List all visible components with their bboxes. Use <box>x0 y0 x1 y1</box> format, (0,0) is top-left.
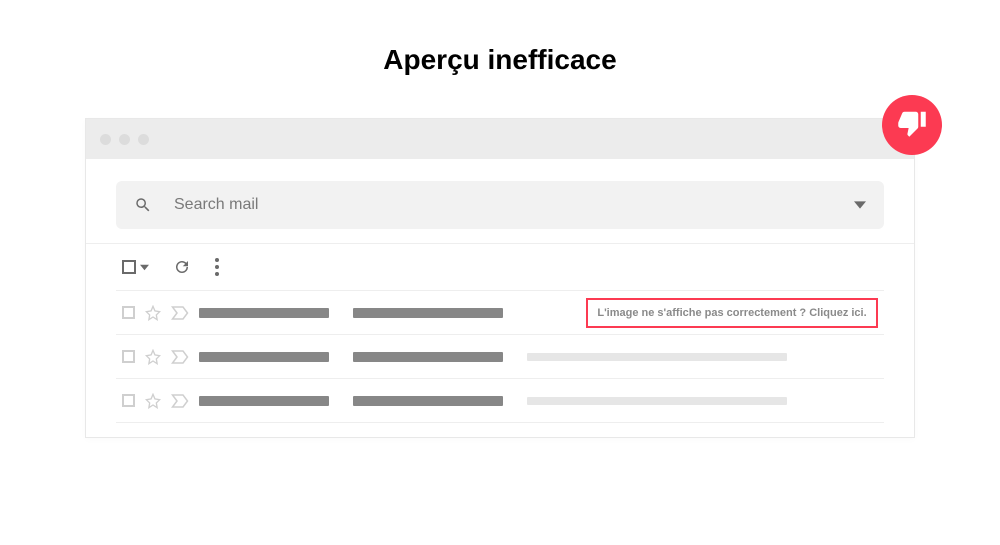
star-icon[interactable] <box>145 349 161 365</box>
important-label-icon[interactable] <box>171 305 189 321</box>
chevron-down-icon <box>140 263 149 272</box>
browser-titlebar <box>86 119 914 159</box>
thumbs-down-badge <box>882 95 942 155</box>
refresh-button[interactable] <box>173 258 191 276</box>
window-close-dot[interactable] <box>100 134 111 145</box>
row-checkbox[interactable] <box>122 306 135 319</box>
star-icon[interactable] <box>145 305 161 321</box>
preview-text: L'image ne s'affiche pas correctement ? … <box>597 307 866 319</box>
mail-app-content: Search mail <box>86 159 914 437</box>
subject-placeholder <box>353 396 503 406</box>
subject-placeholder <box>353 308 503 318</box>
sender-placeholder <box>199 352 329 362</box>
window-minimize-dot[interactable] <box>119 134 130 145</box>
mail-row[interactable] <box>116 379 884 423</box>
mail-toolbar <box>116 244 884 288</box>
important-label-icon[interactable] <box>171 393 189 409</box>
sender-placeholder <box>199 308 329 318</box>
row-checkbox[interactable] <box>122 350 135 363</box>
sender-placeholder <box>199 396 329 406</box>
thumbs-down-icon <box>897 108 927 143</box>
search-options-dropdown-icon[interactable] <box>854 199 866 211</box>
more-menu-button[interactable] <box>215 258 219 276</box>
row-checkbox[interactable] <box>122 394 135 407</box>
mail-list: L'image ne s'affiche pas correctement ? … <box>116 290 884 423</box>
important-label-icon[interactable] <box>171 349 189 365</box>
window-maximize-dot[interactable] <box>138 134 149 145</box>
browser-window: Search mail <box>85 118 915 438</box>
mail-row[interactable]: L'image ne s'affiche pas correctement ? … <box>116 291 884 335</box>
search-placeholder: Search mail <box>174 196 854 214</box>
mail-row[interactable] <box>116 335 884 379</box>
preview-placeholder <box>527 353 787 361</box>
star-icon[interactable] <box>145 393 161 409</box>
search-icon <box>134 196 152 214</box>
preview-placeholder <box>527 397 787 405</box>
select-all-checkbox[interactable] <box>122 260 149 274</box>
preview-text-callout: L'image ne s'affiche pas correctement ? … <box>586 298 878 328</box>
search-bar[interactable]: Search mail <box>116 181 884 229</box>
subject-placeholder <box>353 352 503 362</box>
page-title: Aperçu inefficace <box>0 0 1000 96</box>
